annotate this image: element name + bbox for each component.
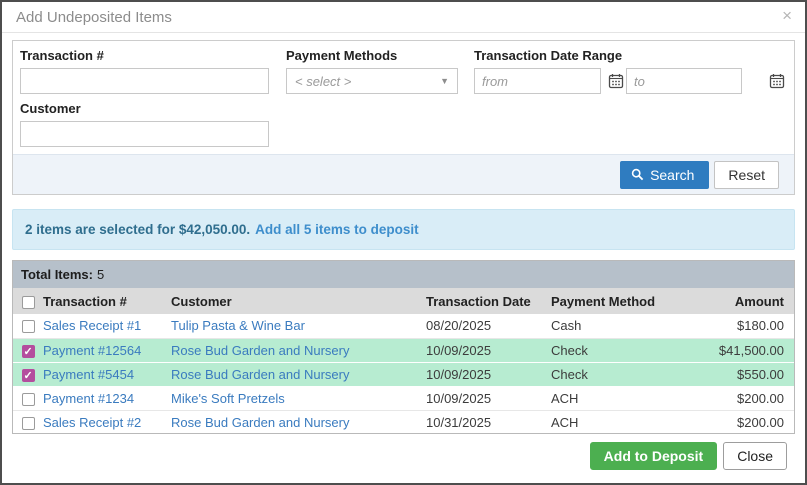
search-button[interactable]: Search <box>620 160 710 189</box>
add-undeposited-items-dialog: Add Undeposited Items × Transaction # Pa… <box>0 0 807 485</box>
amount: $41,500.00 <box>718 342 784 358</box>
items-table-panel: Total Items: 5 Transaction # Customer Tr… <box>12 260 795 434</box>
customer-link[interactable]: Rose Bud Garden and Nursery <box>171 343 349 358</box>
customer-link[interactable]: Rose Bud Garden and Nursery <box>171 367 349 382</box>
transaction-link[interactable]: Payment #1234 <box>43 391 134 406</box>
amount: $200.00 <box>737 390 784 406</box>
payment-method: Check <box>551 366 588 382</box>
close-icon[interactable]: × <box>782 7 792 24</box>
transaction-number-label: Transaction # <box>20 48 104 63</box>
table-row[interactable]: Payment #12564 Rose Bud Garden and Nurse… <box>13 338 794 362</box>
col-transaction: Transaction # <box>43 293 127 309</box>
selection-summary: 2 items are selected for $42,050.00. <box>25 222 251 237</box>
customer-label: Customer <box>20 101 81 116</box>
payment-method: Cash <box>551 318 582 334</box>
col-customer: Customer <box>171 293 232 309</box>
amount: $550.00 <box>737 366 784 382</box>
transaction-date: 10/31/2025 <box>426 414 492 430</box>
filter-panel: Transaction # Payment Methods < select >… <box>12 40 795 195</box>
transaction-date: 10/09/2025 <box>426 390 492 406</box>
total-items-value: 5 <box>97 267 105 282</box>
table-header-row: Transaction # Customer Transaction Date … <box>13 288 794 314</box>
selection-banner: 2 items are selected for $42,050.00. Add… <box>12 209 795 250</box>
customer-input[interactable] <box>20 121 269 147</box>
total-items-bar: Total Items: 5 <box>13 261 794 288</box>
undeposited-items-table: Transaction # Customer Transaction Date … <box>13 288 794 433</box>
customer-link[interactable]: Rose Bud Garden and Nursery <box>171 415 349 430</box>
search-button-label: Search <box>650 166 695 183</box>
table-row[interactable]: Payment #1234 Mike's Soft Pretzels 10/09… <box>13 386 794 410</box>
calendar-icon[interactable] <box>608 73 624 89</box>
col-amount: Amount <box>734 293 784 309</box>
payment-method: Check <box>551 342 588 358</box>
dialog-title: Add Undeposited Items <box>16 9 172 26</box>
transaction-link[interactable]: Sales Receipt #1 <box>43 318 141 333</box>
dialog-footer: Add to Deposit Close <box>589 442 787 470</box>
chevron-down-icon: ▼ <box>440 76 449 86</box>
row-checkbox[interactable] <box>21 344 35 358</box>
payment-method: ACH <box>551 390 579 406</box>
row-checkbox[interactable] <box>21 368 35 382</box>
amount: $180.00 <box>737 318 784 334</box>
table-row[interactable]: Sales Receipt #1 Tulip Pasta & Wine Bar … <box>13 314 794 338</box>
select-all-checkbox[interactable] <box>21 295 35 309</box>
close-button[interactable]: Close <box>723 442 787 470</box>
date-to-input[interactable] <box>626 68 742 94</box>
transaction-link[interactable]: Payment #12564 <box>43 343 141 358</box>
transaction-date: 10/09/2025 <box>426 342 492 358</box>
filter-actions-bar: Search Reset <box>13 154 794 194</box>
calendar-icon[interactable] <box>769 73 785 89</box>
row-checkbox[interactable] <box>21 392 35 406</box>
total-items-label: Total Items: <box>21 267 93 282</box>
payment-methods-select[interactable]: < select > ▼ <box>286 68 458 94</box>
table-row[interactable]: Payment #5454 Rose Bud Garden and Nurser… <box>13 362 794 386</box>
dialog-titlebar: Add Undeposited Items × <box>2 2 805 33</box>
add-to-deposit-button[interactable]: Add to Deposit <box>589 442 718 470</box>
add-all-items-link[interactable]: Add all 5 items to deposit <box>255 222 419 237</box>
amount: $200.00 <box>737 414 784 430</box>
col-date: Transaction Date <box>426 293 531 309</box>
row-checkbox[interactable] <box>21 416 35 430</box>
date-from-input[interactable] <box>474 68 601 94</box>
transaction-link[interactable]: Sales Receipt #2 <box>43 415 141 430</box>
transaction-number-input[interactable] <box>20 68 269 94</box>
customer-link[interactable]: Mike's Soft Pretzels <box>171 391 285 406</box>
payment-methods-selected-value: < select > <box>295 73 352 89</box>
payment-method: ACH <box>551 414 579 430</box>
table-row[interactable]: Sales Receipt #2 Rose Bud Garden and Nur… <box>13 410 794 433</box>
transaction-link[interactable]: Payment #5454 <box>43 367 134 382</box>
reset-button[interactable]: Reset <box>714 160 779 189</box>
date-range-label: Transaction Date Range <box>474 48 623 63</box>
customer-link[interactable]: Tulip Pasta & Wine Bar <box>171 318 305 333</box>
col-method: Payment Method <box>551 293 656 309</box>
row-checkbox[interactable] <box>21 320 35 334</box>
transaction-date: 10/09/2025 <box>426 366 492 382</box>
payment-methods-label: Payment Methods <box>286 48 398 63</box>
transaction-date: 08/20/2025 <box>426 318 492 334</box>
search-icon <box>631 168 644 181</box>
